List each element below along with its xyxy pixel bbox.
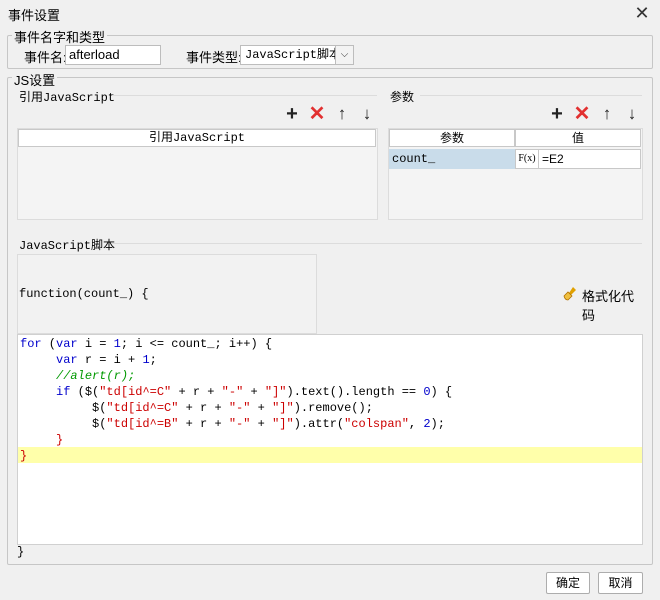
code-line: }	[20, 448, 27, 464]
code-line: $("td[id^=B" + r + "-" + "]").attr("cols…	[20, 416, 445, 432]
code-token: "-"	[228, 401, 251, 415]
params-header-name[interactable]: 参数	[389, 129, 515, 147]
code-token: //alert(r);	[56, 369, 136, 383]
code-line: for (var i = 1; i <= count_; i++) {	[20, 336, 272, 352]
cancel-button[interactable]: 取消	[598, 572, 643, 594]
event-type-label: 事件类型:	[186, 50, 242, 65]
param-up-icon[interactable]: ↑	[597, 104, 617, 124]
code-token: ).remove();	[293, 401, 373, 415]
ref-down-icon[interactable]: ↓	[357, 104, 377, 124]
code-line: //alert(r);	[20, 368, 135, 384]
code-token: ($(	[70, 385, 100, 399]
ref-delete-icon[interactable]: ✕	[307, 104, 327, 124]
code-token: i =	[77, 337, 114, 351]
code-line: }	[20, 432, 63, 448]
script-footer-text: }	[17, 545, 25, 559]
code-token: r = i +	[77, 353, 143, 367]
window-title: 事件设置	[8, 8, 61, 23]
code-token: ,	[408, 417, 424, 431]
code-token: "-"	[228, 417, 251, 431]
code-token: +	[243, 385, 265, 399]
code-token: "-"	[221, 385, 244, 399]
ref-up-icon[interactable]: ↑	[332, 104, 352, 124]
code-token: + r +	[171, 385, 222, 399]
chevron-down-icon[interactable]: ⌵	[335, 46, 353, 64]
code-token: 1	[113, 337, 121, 351]
code-token: "colspan"	[344, 417, 409, 431]
current-line-highlight	[18, 447, 642, 463]
event-group-legend: 事件名字和类型	[12, 27, 108, 46]
params-header-value[interactable]: 值	[515, 129, 641, 147]
code-token: "]"	[264, 385, 287, 399]
code-token: ) {	[430, 385, 453, 399]
code-token: ;	[149, 353, 157, 367]
script-title: JavaScript脚本	[19, 239, 116, 253]
params-title: 参数	[390, 90, 415, 104]
code-token: if	[56, 385, 71, 399]
code-token: ).attr(	[293, 417, 345, 431]
code-token: +	[250, 401, 273, 415]
format-code-button[interactable]: 格式化代码	[562, 285, 646, 323]
code-token: "td[id^=C"	[99, 385, 172, 399]
code-token: + r +	[178, 417, 229, 431]
js-group-legend: JS设置	[12, 70, 58, 89]
code-token: $(	[20, 417, 107, 431]
code-token: +	[250, 417, 273, 431]
code-token: "]"	[272, 417, 294, 431]
code-token: 2	[423, 417, 431, 431]
script-header-text: function(count_) {	[19, 287, 149, 301]
close-icon[interactable]: ✕	[630, 2, 654, 24]
param-delete-icon[interactable]: ✕	[572, 104, 592, 124]
code-token: }	[20, 449, 28, 463]
code-token: ).text().length ==	[286, 385, 424, 399]
code-token: "td[id^=C"	[106, 401, 179, 415]
code-token: var	[56, 337, 78, 351]
param-value-cell[interactable]: F(x) =E2	[515, 149, 641, 169]
ref-js-separator	[112, 95, 377, 96]
broom-icon	[563, 287, 576, 301]
event-type-value: JavaScript脚本	[245, 48, 342, 62]
param-down-icon[interactable]: ↓	[622, 104, 642, 124]
code-editor[interactable]: for (var i = 1; i <= count_; i++) { var …	[17, 334, 643, 545]
title-bar	[0, 0, 660, 26]
ref-js-column-header[interactable]: 引用JavaScript	[18, 129, 376, 147]
param-name-cell[interactable]: count_	[389, 149, 515, 169]
code-token: "td[id^=B"	[106, 417, 179, 431]
code-line: if ($("td[id^=C" + r + "-" + "]").text()…	[20, 384, 452, 400]
code-token: "]"	[272, 401, 294, 415]
param-add-icon[interactable]: +	[547, 104, 567, 124]
code-token: + r +	[178, 401, 229, 415]
code-token: ; i <= count_; i++) {	[120, 337, 273, 351]
script-separator	[112, 243, 642, 244]
code-token: var	[56, 353, 78, 367]
ref-js-title: 引用JavaScript	[19, 91, 116, 105]
param-value-text: =E2	[542, 152, 564, 166]
code-token: $(	[20, 401, 107, 415]
code-line: $("td[id^=C" + r + "-" + "]").remove();	[20, 400, 373, 416]
code-line: var r = i + 1;	[20, 352, 157, 368]
code-token: 1	[142, 353, 150, 367]
code-token: );	[430, 417, 445, 431]
params-separator	[420, 95, 642, 96]
event-name-input[interactable]: afterload	[65, 45, 161, 65]
code-token: for	[20, 337, 42, 351]
format-code-label: 格式化代码	[582, 289, 635, 323]
event-name-label: 事件名:	[24, 50, 67, 65]
ref-add-icon[interactable]: +	[282, 104, 302, 124]
code-token: 0	[423, 385, 431, 399]
ok-button[interactable]: 确定	[546, 572, 590, 594]
code-token: }	[56, 433, 64, 447]
formula-icon[interactable]: F(x)	[516, 150, 539, 168]
code-token: (	[41, 337, 57, 351]
